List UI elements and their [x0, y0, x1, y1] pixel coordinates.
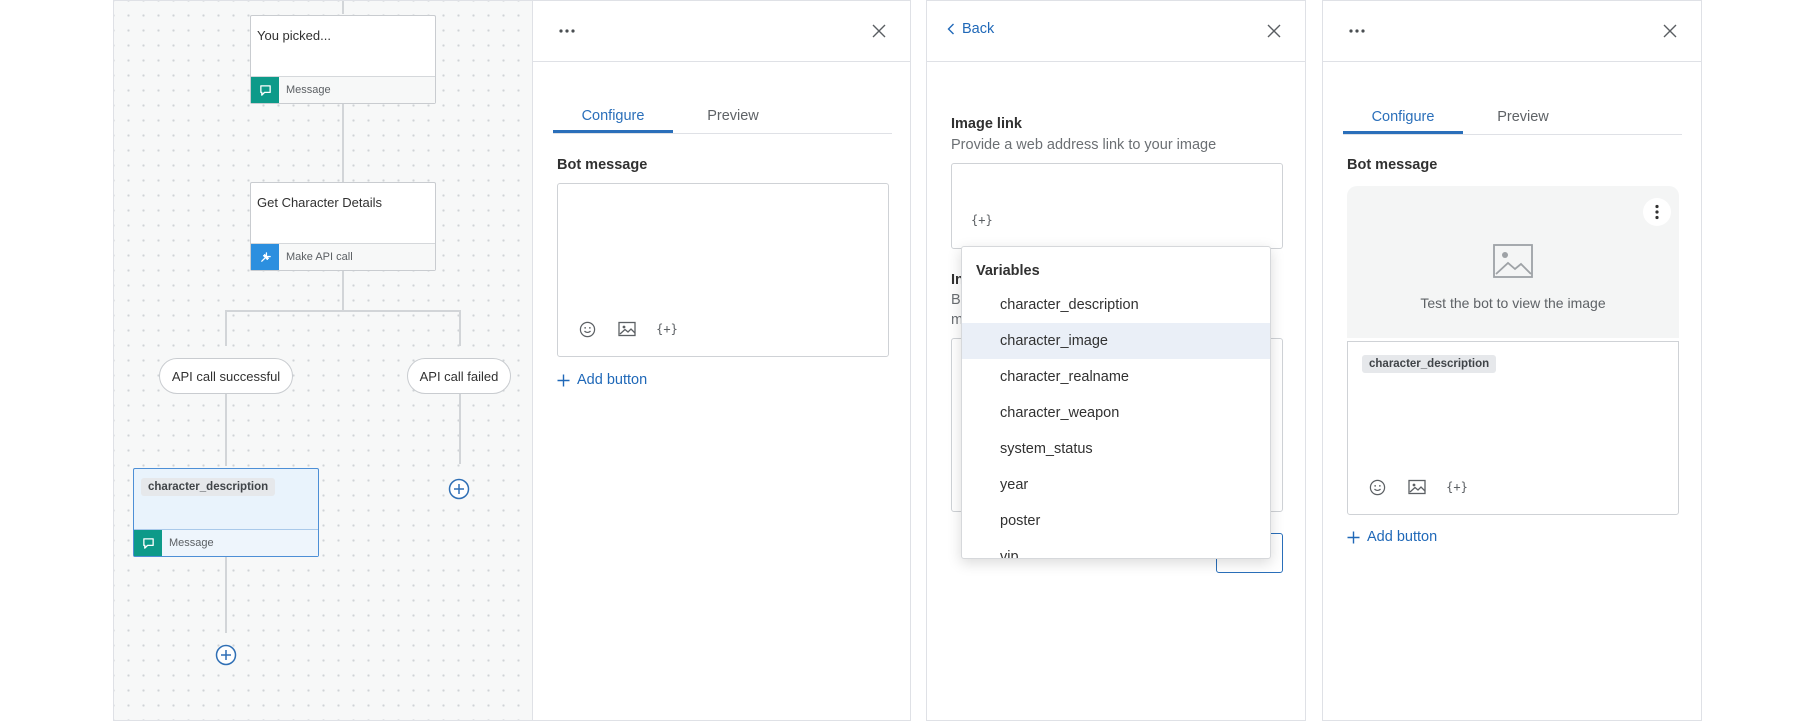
message-icon [251, 77, 279, 103]
connector [342, 104, 344, 182]
node-footer: Make API call [251, 243, 435, 270]
message-config-panel-with-image: Configure Preview Bot message Test the b… [1322, 0, 1702, 721]
connector [459, 394, 461, 464]
flow-canvas[interactable]: You picked... Message Get Character Deta… [113, 0, 533, 721]
api-plug-icon [251, 244, 279, 270]
dropdown-option[interactable]: character_image [962, 323, 1270, 359]
node-title: Get Character Details [257, 195, 382, 210]
image-link-label: Image link [951, 116, 1022, 132]
image-icon[interactable] [1406, 476, 1428, 498]
panel-header: Back [927, 1, 1305, 62]
image-link-panel: Back Image link Provide a web address li… [926, 0, 1306, 721]
bot-message-editor[interactable]: {+} [557, 183, 889, 357]
branch-api-call-failed[interactable]: API call failed [407, 358, 511, 394]
bot-message-label: Bot message [1347, 157, 1438, 173]
message-icon [134, 530, 162, 556]
api-node-get-character-details[interactable]: Get Character Details Make API call [250, 182, 436, 271]
image-link-input[interactable]: {+} [951, 163, 1283, 249]
connector [225, 557, 227, 633]
dropdown-option[interactable]: character_description [962, 287, 1270, 323]
close-icon[interactable] [872, 24, 886, 38]
close-icon[interactable] [1663, 24, 1677, 38]
dropdown-option[interactable]: character_realname [962, 359, 1270, 395]
node-footer: Message [134, 529, 318, 556]
node-type-label: Make API call [286, 251, 353, 263]
insert-variable-icon[interactable]: {+} [656, 318, 678, 340]
tab-configure[interactable]: Configure [553, 103, 673, 133]
more-options-icon[interactable] [1347, 23, 1367, 39]
back-label: Back [962, 21, 995, 37]
message-node-you-picked[interactable]: You picked... Message [250, 15, 436, 104]
image-placeholder-icon [1493, 244, 1533, 278]
add-button-link[interactable]: Add button [1347, 529, 1437, 545]
image-link-help: Provide a web address link to your image [951, 137, 1217, 153]
image-preview-card: Test the bot to view the image [1347, 186, 1679, 338]
insert-variable-icon[interactable]: {+} [1446, 476, 1468, 498]
add-step-button[interactable] [215, 644, 237, 666]
node-footer: Message [251, 76, 435, 103]
variable-chip: character_description [141, 478, 276, 496]
branch-api-call-successful[interactable]: API call successful [159, 358, 293, 394]
dropdown-option[interactable]: system_status [962, 431, 1270, 467]
back-button[interactable]: Back [947, 21, 994, 37]
panel-header [1323, 1, 1701, 62]
plus-icon [557, 374, 570, 386]
add-step-button[interactable] [448, 478, 470, 500]
variables-dropdown[interactable]: Variables character_description characte… [961, 246, 1271, 559]
dropdown-option[interactable]: character_weapon [962, 395, 1270, 431]
more-options-icon[interactable] [557, 23, 577, 39]
dropdown-option[interactable]: poster [962, 503, 1270, 539]
emoji-icon[interactable] [576, 318, 598, 340]
image-more-button[interactable] [1643, 198, 1671, 226]
node-type-label: Message [286, 84, 331, 96]
close-icon[interactable] [1267, 24, 1281, 38]
bot-message-label: Bot message [557, 157, 648, 173]
connector [342, 271, 344, 311]
tab-bar: Configure Preview [553, 103, 892, 134]
connector [342, 1, 344, 14]
panel-header [533, 1, 910, 62]
add-button-label: Add button [577, 372, 648, 388]
message-node-character-description[interactable]: character_description Message [133, 468, 319, 557]
tab-preview[interactable]: Preview [673, 103, 793, 133]
tab-bar: Configure Preview [1343, 104, 1682, 135]
add-button-label: Add button [1367, 529, 1438, 545]
image-placeholder-text: Test the bot to view the image [1420, 295, 1606, 311]
more-vertical-icon [1655, 204, 1659, 220]
variable-chip[interactable]: character_description [1362, 355, 1497, 373]
editor-toolbar: {+} [1366, 476, 1468, 498]
editor-toolbar: {+} [576, 318, 678, 340]
chevron-left-icon [947, 23, 954, 35]
node-title: You picked... [257, 28, 331, 43]
message-config-panel: Configure Preview Bot message {+} Add bu… [532, 0, 911, 721]
dropdown-title: Variables [976, 263, 1040, 279]
node-type-label: Message [169, 537, 214, 549]
dropdown-option[interactable]: vip [962, 539, 1270, 558]
insert-variable-icon[interactable]: {+} [971, 213, 993, 227]
branch-label: API call successful [171, 368, 281, 384]
connector [225, 310, 461, 312]
tab-preview[interactable]: Preview [1463, 104, 1583, 134]
connector [459, 310, 461, 346]
connector [225, 310, 227, 346]
image-icon[interactable] [616, 318, 638, 340]
tab-configure[interactable]: Configure [1343, 104, 1463, 134]
bot-message-editor[interactable]: character_description {+} [1347, 341, 1679, 515]
plus-icon [1347, 531, 1360, 543]
emoji-icon[interactable] [1366, 476, 1388, 498]
dropdown-option[interactable]: year [962, 467, 1270, 503]
connector [225, 394, 227, 466]
add-button-link[interactable]: Add button [557, 372, 647, 388]
branch-label: API call failed [419, 368, 499, 384]
obscured-help-text: B [951, 292, 961, 308]
